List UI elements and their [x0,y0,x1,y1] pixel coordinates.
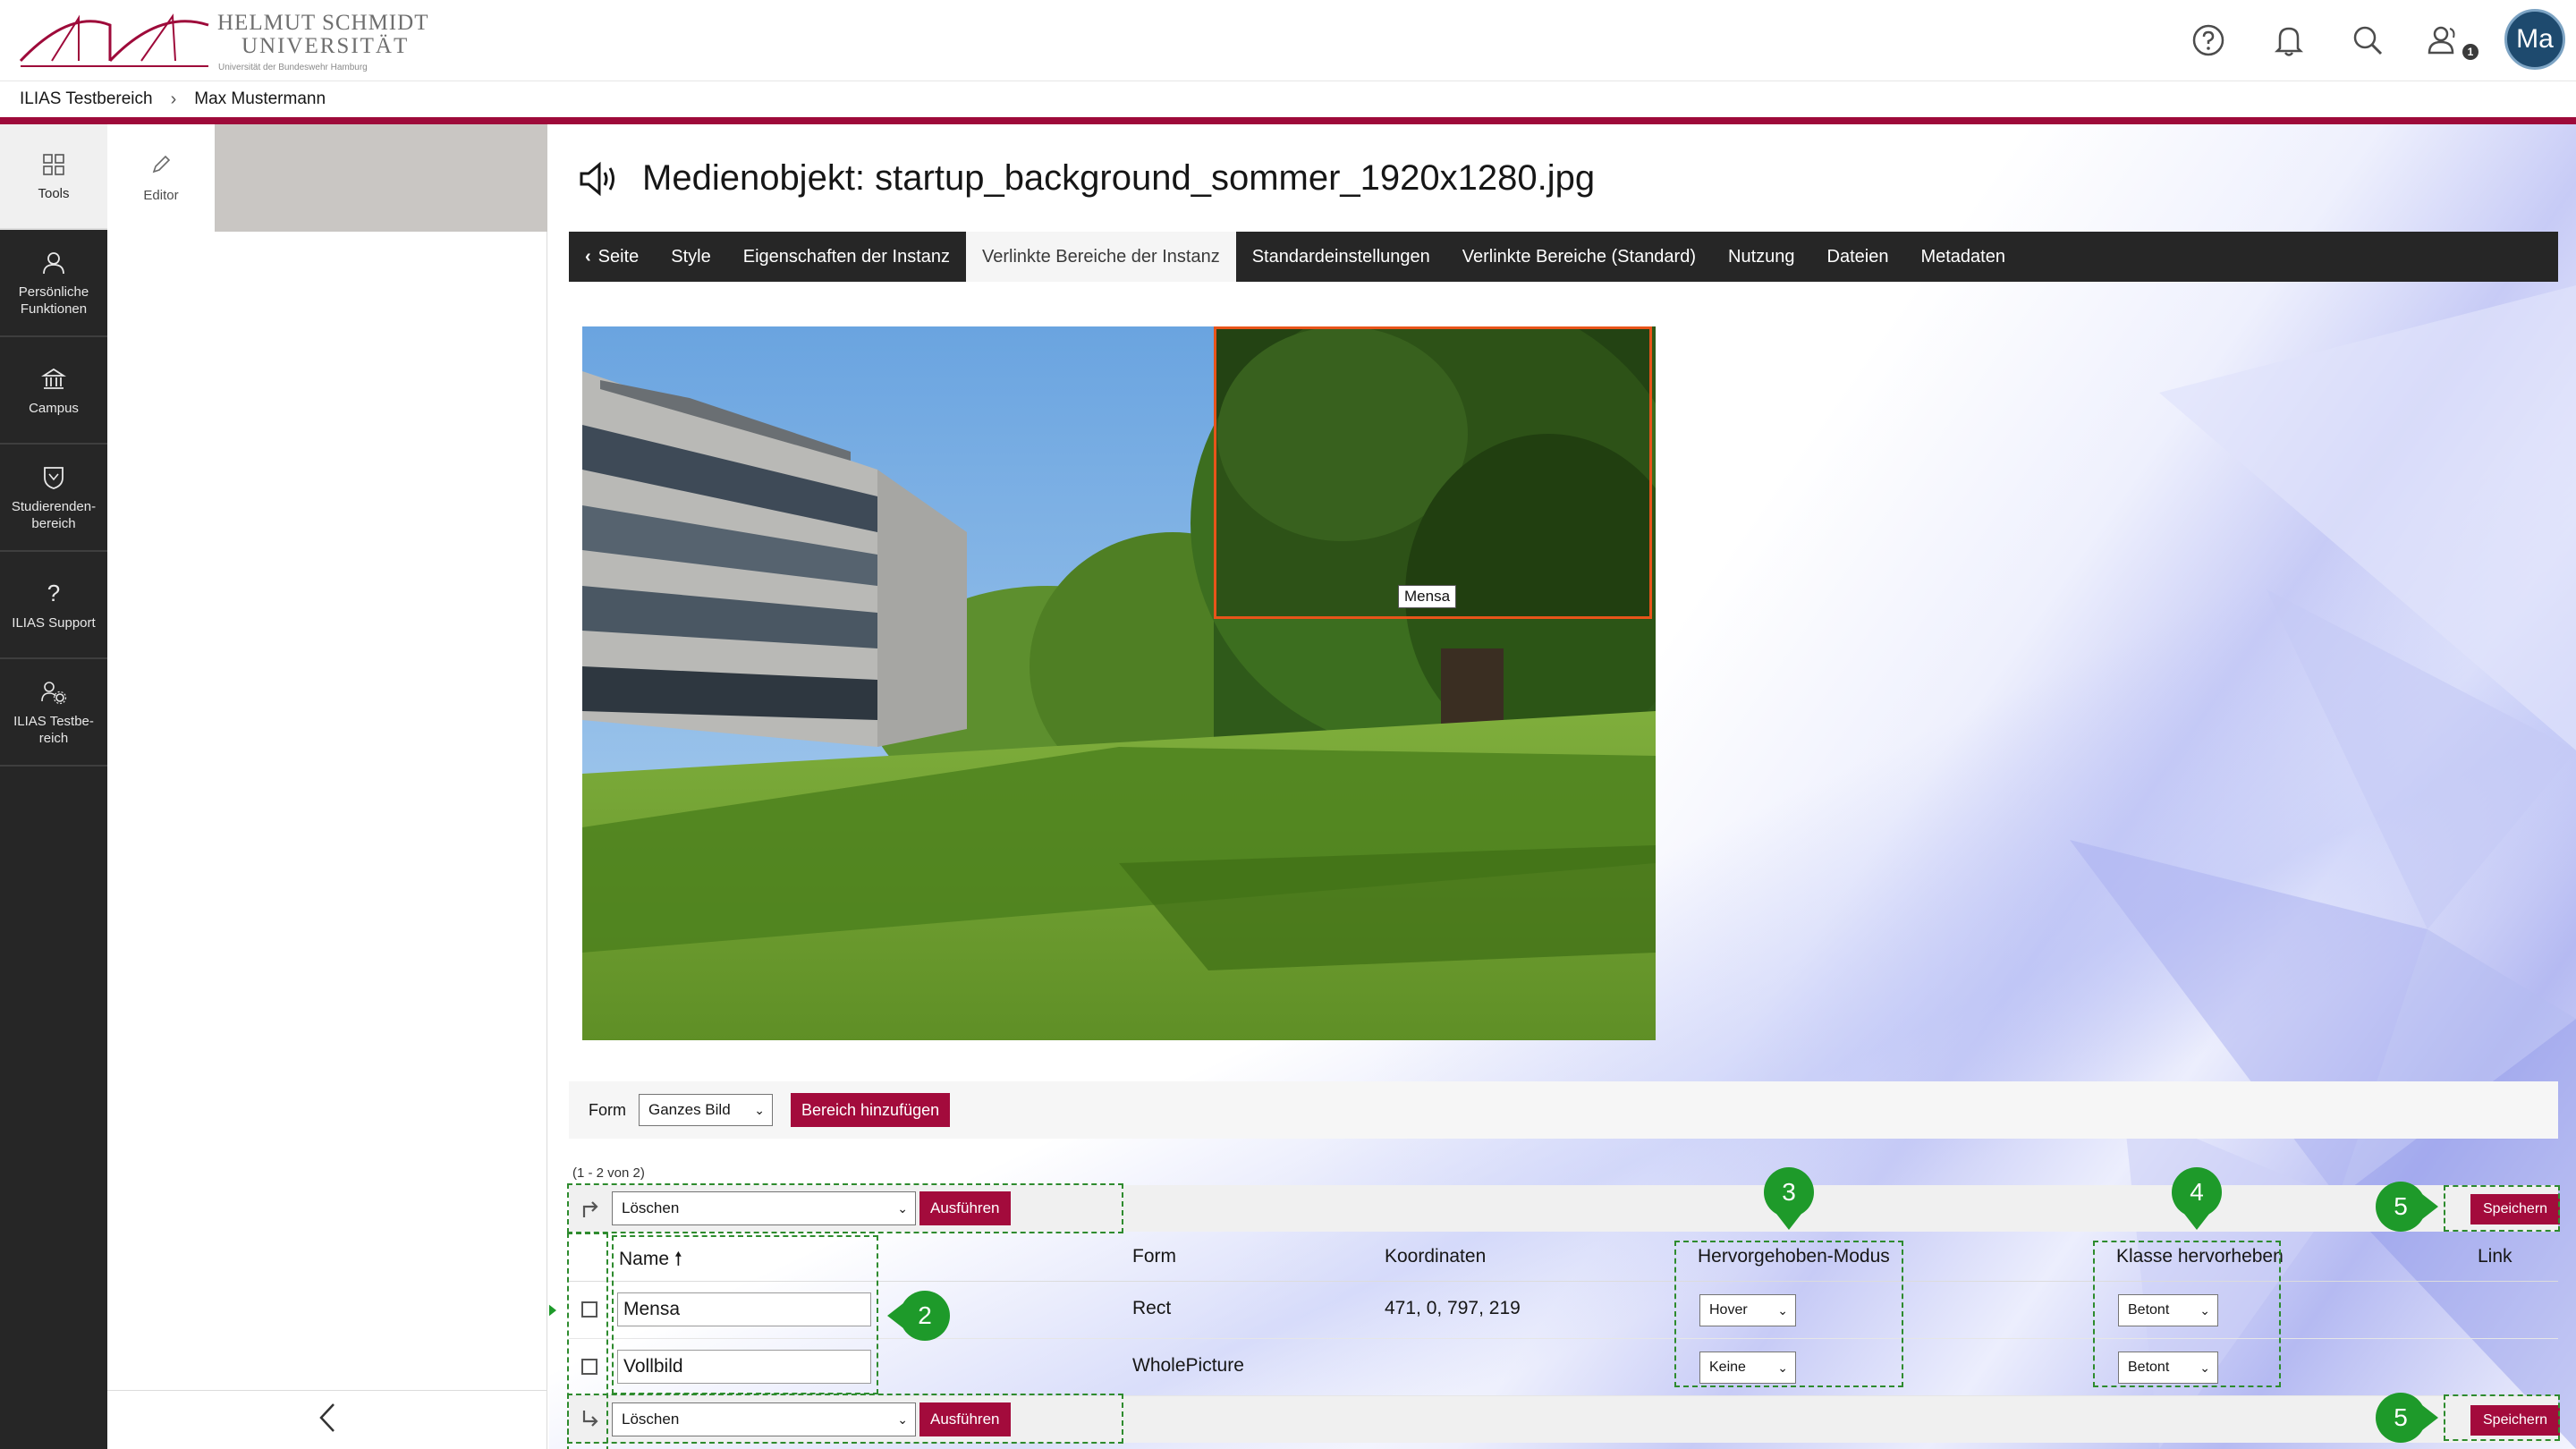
mainbar-label: ILIAS Support [12,614,96,631]
university-logo[interactable]: Helmut Schmidt Universität Universität d… [16,7,428,73]
tools-grid-icon [40,151,67,178]
mainbar-label: Studierenden-bereich [11,499,97,531]
slate-editor-label: Editor [143,187,179,203]
pencil-icon [150,154,172,179]
avatar[interactable]: Ma [2504,9,2565,70]
mainbar-label: ILIAS Testbe-reich [13,714,94,746]
slate-content-area [215,124,547,232]
pagination-info: (1 - 2 von 2) [572,1165,645,1181]
header: Helmut Schmidt Universität Universität d… [0,0,2576,80]
tab-metadata[interactable]: Metadaten [1904,232,2021,282]
speaker-icon [578,160,623,198]
mainbar-item-campus[interactable]: Campus [0,339,107,445]
breadcrumb: ILIAS Testbereich › Max Mustermann [0,80,2576,117]
tab-back-seite[interactable]: ‹ Seite [569,232,655,282]
callout-3: 3 [1764,1167,1814,1230]
column-link: Link [2478,1246,2512,1267]
callout-4: 4 [2172,1167,2222,1230]
mainbar-item-testbereich[interactable]: ILIAS Testbe-reich [0,661,107,767]
tab-files[interactable]: Dateien [1811,232,1905,282]
users-gear-icon [40,679,67,706]
page-title: Medienobjekt: startup_background_sommer_… [642,158,1596,198]
area-coordinates: 471, 0, 797, 219 [1385,1298,1521,1318]
breadcrumb-item-user[interactable]: Max Mustermann [194,89,326,109]
tab-usage[interactable]: Nutzung [1712,232,1811,282]
media-image: Mensa [582,326,1656,1040]
mainbar-label: Tools [38,185,70,201]
slate-collapse-button[interactable] [107,1390,547,1449]
user-group-icon[interactable] [2422,18,2467,63]
shape-select-value: Ganzes Bild [648,1101,731,1118]
add-area-toolbar: Form Ganzes Bild ⌄ Bereich hinzufügen [569,1081,2558,1139]
mainbar-label: Persönliche Funktionen [18,284,89,317]
help-icon[interactable] [2186,18,2231,63]
main-content: Medienobjekt: startup_background_sommer_… [549,124,2576,1449]
tab-bar: ‹ Seite Style Eigenschaften der Instanz V… [569,232,2558,282]
tool-slate: Editor [107,124,547,1449]
logo-line-1: Helmut Schmidt [217,11,429,35]
annotation-box-actions-top [567,1183,1123,1233]
column-coordinates: Koordinaten [1385,1246,1487,1267]
mainbar: Tools Persönliche Funktionen Campus Stud… [0,124,107,1449]
person-icon [40,250,67,276]
column-form: Form [1132,1246,1176,1267]
slate-item-editor[interactable]: Editor [107,124,215,232]
logo-arches-icon [19,13,209,67]
mainbar-item-students[interactable]: Studierenden-bereich [0,446,107,552]
tab-instance-linked-areas[interactable]: Verlinkte Bereiche der Instanz [966,232,1236,282]
add-area-button[interactable]: Bereich hinzufügen [791,1093,951,1127]
shield-crest-icon [40,464,67,491]
question-icon: ? [47,580,61,606]
mainbar-label: Campus [29,400,79,416]
mainbar-item-personal[interactable]: Persönliche Funktionen [0,232,107,337]
mainbar-item-support[interactable]: ? ILIAS Support [0,554,107,659]
shape-select[interactable]: Ganzes Bild ⌄ [639,1094,773,1126]
chevron-down-icon: ⌄ [754,1102,765,1117]
area-tooltip: Mensa [1398,585,1457,608]
brand-divider [0,117,2576,124]
campus-building-icon [40,366,67,393]
notification-badge: 1 [2462,44,2479,60]
chevron-left-icon [318,1402,336,1437]
area-form: WholePicture [1132,1355,1244,1376]
callout-5-top: 5 [2376,1182,2438,1232]
form-label: Form [589,1100,626,1119]
annotation-box-actions-bottom [567,1394,1123,1444]
tab-default-linked-areas[interactable]: Verlinkte Bereiche (Standard) [1446,232,1712,282]
annotation-box-names [612,1235,878,1394]
tab-style[interactable]: Style [655,232,726,282]
logo-line-2: Universität [242,34,410,58]
callout-2: 2 [887,1291,950,1341]
tab-label: Seite [597,246,640,267]
linked-area-mensa[interactable] [1214,326,1652,619]
breadcrumb-item-testbereich[interactable]: ILIAS Testbereich [20,89,153,109]
annotation-box-save-top [2444,1185,2560,1232]
tab-instance-properties[interactable]: Eigenschaften der Instanz [727,232,966,282]
callout-5-bottom: 5 [2376,1393,2438,1443]
annotation-box-highlight-class [2093,1241,2281,1387]
annotation-box-save-bottom [2444,1394,2560,1441]
chevron-right-icon: › [170,89,177,109]
logo-line-3: Universität der Bundeswehr Hamburg [218,63,368,72]
mainbar-item-tools[interactable]: Tools [0,124,107,230]
tab-default-settings[interactable]: Standardeinstellungen [1236,232,1446,282]
area-form: Rect [1132,1298,1172,1318]
bell-icon[interactable] [2267,18,2311,63]
chevron-left-icon: ‹ [585,246,591,267]
annotation-box-highlight-mode [1674,1241,1903,1387]
search-icon[interactable] [2345,18,2390,63]
